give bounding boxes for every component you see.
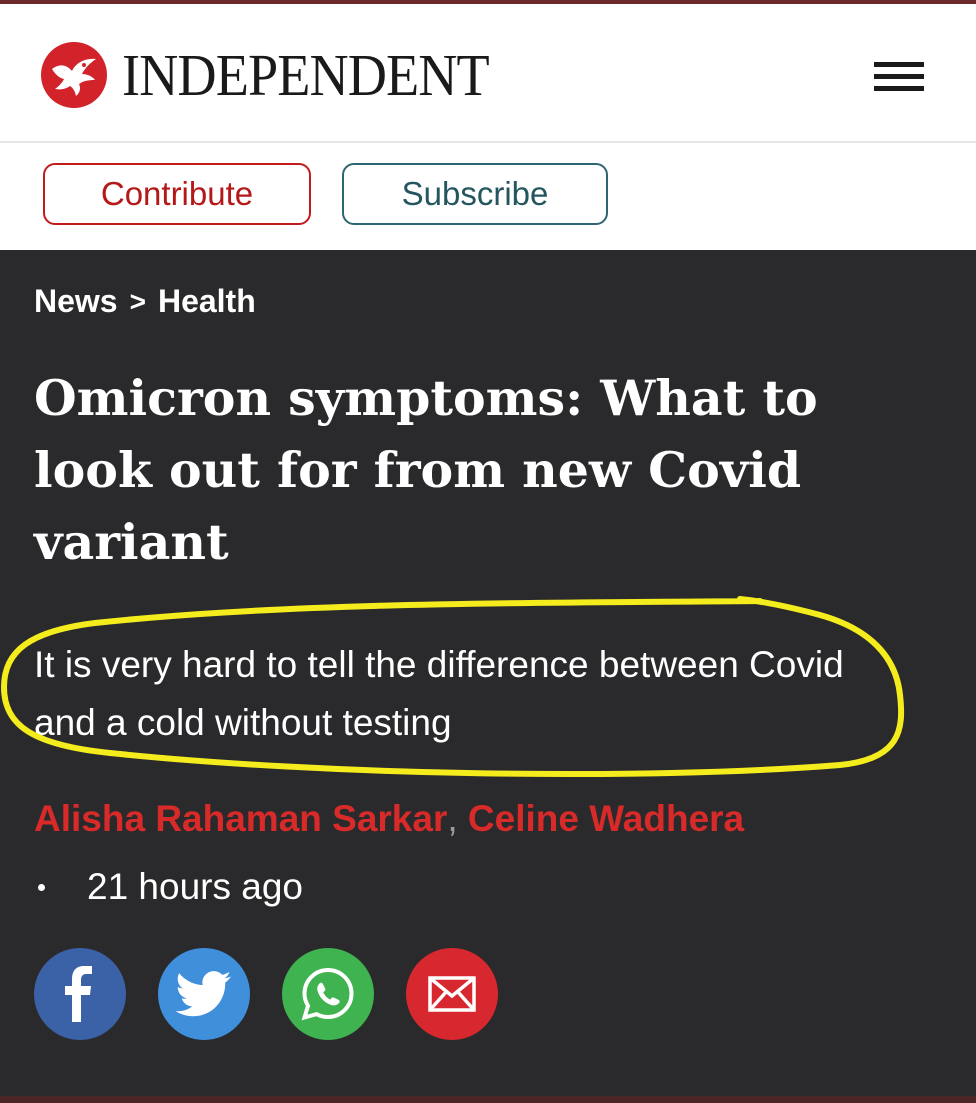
article-header: News > Health Omicron symptoms: What to … xyxy=(0,250,976,1098)
publish-time: 21 hours ago xyxy=(34,866,303,908)
author-separator: , xyxy=(447,798,458,839)
article-standfirst: It is very hard to tell the difference b… xyxy=(34,644,844,743)
facebook-icon xyxy=(65,966,92,1022)
independent-eagle-logo-icon xyxy=(41,42,107,108)
menu-bar xyxy=(874,74,924,79)
publish-time-text: 21 hours ago xyxy=(87,866,304,907)
bottom-edge xyxy=(0,1096,976,1103)
breadcrumb: News > Health xyxy=(34,283,256,320)
email-icon xyxy=(428,976,476,1012)
breadcrumb-health-link[interactable]: Health xyxy=(158,283,256,320)
action-bar: Contribute Subscribe xyxy=(0,141,976,251)
email-share-button[interactable] xyxy=(406,948,498,1040)
menu-bar xyxy=(874,62,924,67)
masthead: INDEPENDENT xyxy=(0,4,976,141)
menu-bar xyxy=(874,86,924,91)
author-link[interactable]: Alisha Rahaman Sarkar xyxy=(34,798,447,839)
bullet-dot xyxy=(38,883,45,891)
contribute-button[interactable]: Contribute xyxy=(43,163,311,225)
article-authors: Alisha Rahaman Sarkar, Celine Wadhera xyxy=(34,798,744,840)
facebook-share-button[interactable] xyxy=(34,948,126,1040)
subscribe-button[interactable]: Subscribe xyxy=(342,163,608,225)
whatsapp-share-button[interactable] xyxy=(282,948,374,1040)
article-headline: Omicron symptoms: What to look out for f… xyxy=(34,369,818,571)
hamburger-menu-icon[interactable] xyxy=(874,56,926,96)
twitter-share-button[interactable] xyxy=(158,948,250,1040)
site-logo[interactable]: INDEPENDENT xyxy=(40,40,521,110)
brand-wordmark: INDEPENDENT xyxy=(122,41,490,108)
twitter-icon xyxy=(176,971,231,1017)
breadcrumb-separator: > xyxy=(129,285,146,317)
author-link[interactable]: Celine Wadhera xyxy=(468,798,744,839)
breadcrumb-news-link[interactable]: News xyxy=(34,283,118,320)
whatsapp-icon xyxy=(301,967,354,1021)
